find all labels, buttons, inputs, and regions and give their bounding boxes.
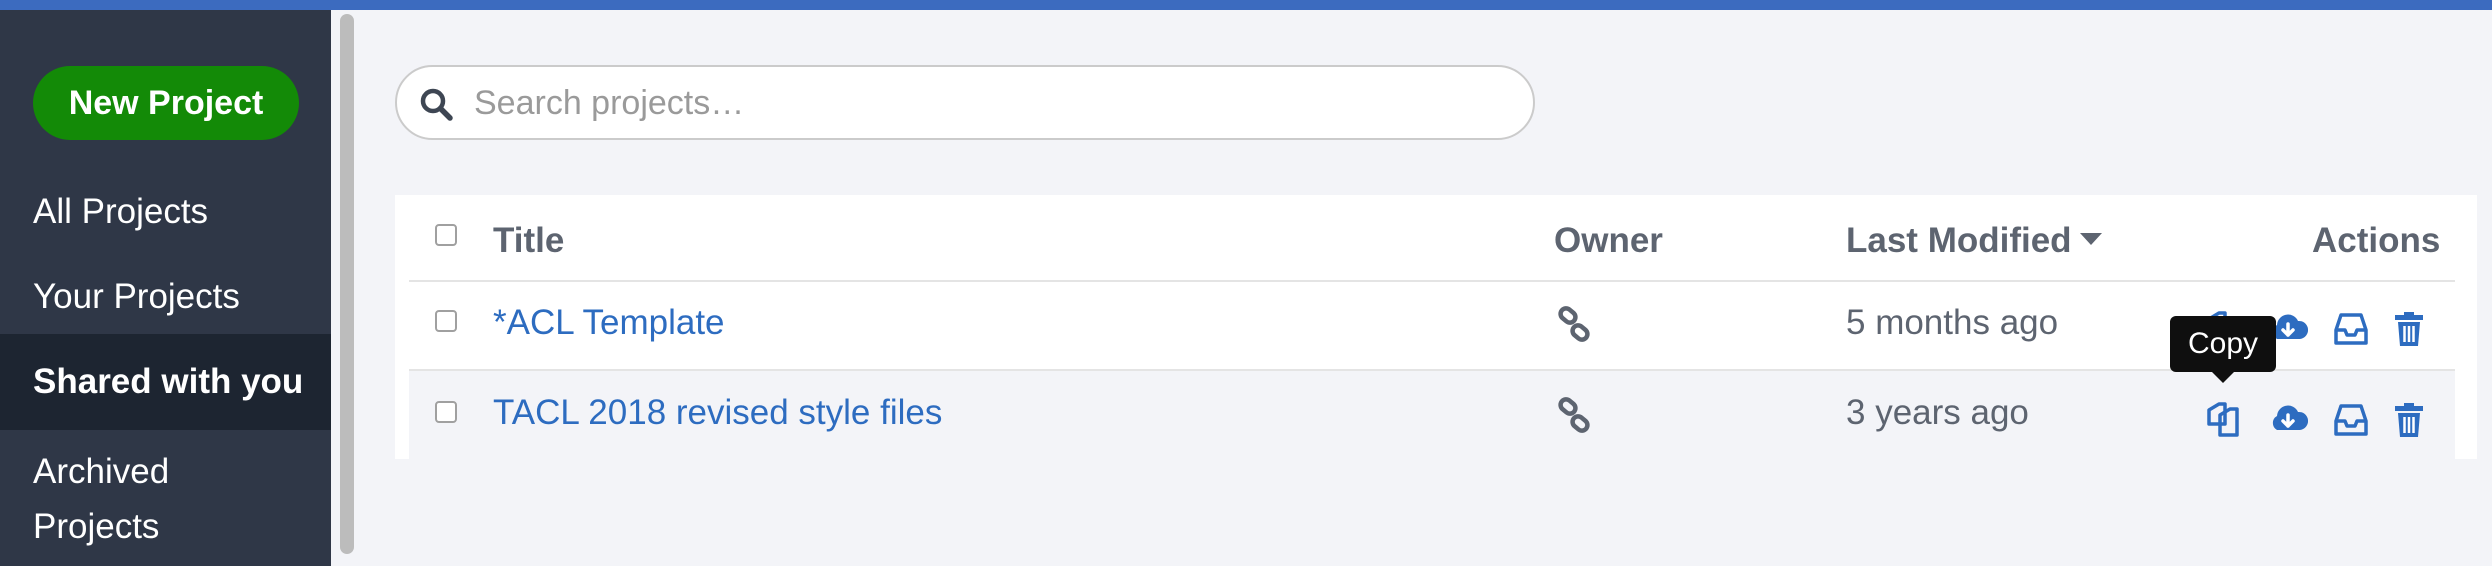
column-header-title[interactable]: Title	[493, 221, 564, 261]
sidebar: New Project All Projects Your Projects S…	[0, 10, 331, 566]
last-modified-value: 3 years ago	[1846, 393, 2029, 432]
sidebar-item-label: Archived	[33, 452, 170, 491]
new-project-button[interactable]: New Project	[33, 66, 299, 140]
sidebar-item-label: Projects	[33, 507, 160, 546]
archive-icon[interactable]	[2331, 400, 2371, 440]
search-input[interactable]	[472, 67, 1516, 140]
download-icon[interactable]	[2268, 400, 2308, 440]
column-header-actions: Actions	[2312, 221, 2441, 260]
project-title-link[interactable]: *ACL Template	[493, 303, 725, 343]
row-checkbox[interactable]	[435, 401, 457, 423]
sidebar-scrollbar-thumb[interactable]	[340, 14, 354, 554]
sidebar-item-all-projects[interactable]: All Projects	[0, 184, 331, 240]
sidebar-item-your-projects[interactable]: Your Projects	[0, 269, 331, 325]
top-bar	[0, 0, 2492, 10]
header-divider	[409, 280, 2455, 282]
project-title-link[interactable]: TACL 2018 revised style files	[493, 393, 942, 433]
tooltip-arrow	[2212, 372, 2234, 383]
sidebar-item-archived-projects[interactable]: Archived Projects	[0, 444, 331, 554]
sort-descending-icon[interactable]	[2079, 232, 2103, 246]
trash-icon[interactable]	[2389, 400, 2429, 440]
link-icon	[1558, 397, 1590, 433]
copy-tooltip: Copy	[2170, 316, 2276, 372]
select-all-checkbox[interactable]	[435, 224, 457, 246]
trash-icon[interactable]	[2389, 309, 2429, 349]
row-checkbox[interactable]	[435, 310, 457, 332]
column-header-owner[interactable]: Owner	[1554, 221, 1663, 261]
copy-icon[interactable]	[2203, 400, 2243, 440]
archive-icon[interactable]	[2331, 309, 2371, 349]
last-modified-value: 5 months ago	[1846, 303, 2059, 342]
search-icon	[420, 88, 453, 121]
link-icon	[1558, 306, 1590, 342]
sidebar-item-shared-with-you[interactable]: Shared with you	[0, 334, 331, 430]
column-header-last-modified[interactable]: Last Modified	[1846, 221, 2072, 261]
search-box	[395, 65, 1535, 140]
